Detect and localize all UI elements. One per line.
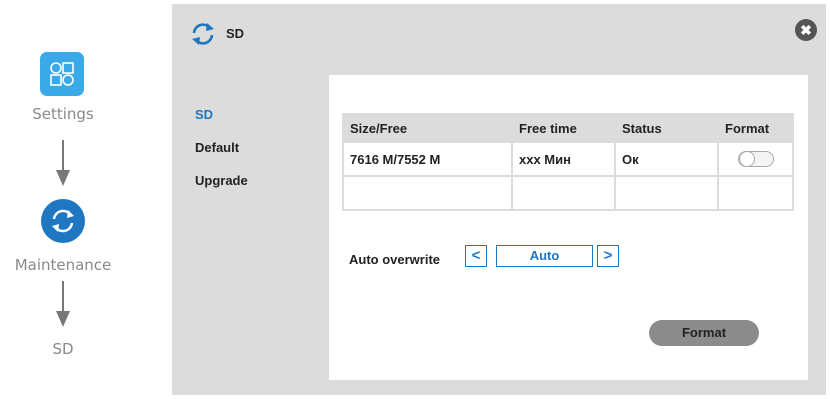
settings-grid-icon xyxy=(40,52,84,96)
cell-free-time: xxx Мин xyxy=(511,141,616,177)
close-icon[interactable]: ✖ xyxy=(795,19,817,41)
nav-item-sd[interactable]: SD xyxy=(195,107,248,140)
refresh-icon xyxy=(192,23,214,45)
format-toggle[interactable] xyxy=(737,151,774,168)
nav-item-upgrade[interactable]: Upgrade xyxy=(195,173,248,206)
sd-content: Size/Free Free time Status Format 7616 M… xyxy=(329,75,808,380)
dialog-title: SD xyxy=(226,26,245,41)
chevron-right-icon[interactable]: > xyxy=(597,245,619,267)
maintenance-flow: Settings Maintenance SD xyxy=(0,0,172,399)
table-row: 7616 M/7552 M xxx Мин Ок xyxy=(342,141,794,177)
arrow-down-icon xyxy=(56,140,70,186)
sd-nav: SD Default Upgrade xyxy=(195,107,248,206)
refresh-icon xyxy=(41,199,85,243)
flow-maintenance-label: Maintenance xyxy=(14,256,112,274)
col-size-free: Size/Free xyxy=(342,113,513,143)
cell-format xyxy=(717,141,794,177)
cell-size-free: 7616 M/7552 M xyxy=(342,141,513,177)
auto-overwrite-value: Auto xyxy=(496,245,593,267)
cell-status: Ок xyxy=(614,141,719,177)
cell-format xyxy=(717,175,794,211)
cell-size-free xyxy=(342,175,513,211)
chevron-left-icon[interactable]: < xyxy=(465,245,487,267)
table-header-row: Size/Free Free time Status Format xyxy=(342,113,794,143)
col-status: Status xyxy=(614,113,719,143)
sd-dialog: SD ✖ SD Default Upgrade Size/Free Free t… xyxy=(172,4,826,395)
cell-free-time xyxy=(511,175,616,211)
toggle-knob xyxy=(738,151,755,168)
auto-overwrite-label: Auto overwrite xyxy=(349,252,441,267)
col-free-time: Free time xyxy=(511,113,616,143)
arrow-down-icon xyxy=(56,281,70,327)
flow-settings-label: Settings xyxy=(32,105,94,123)
flow-sd-label: SD xyxy=(52,340,74,358)
col-format: Format xyxy=(717,113,794,143)
format-button[interactable]: Format xyxy=(649,320,759,346)
cell-status xyxy=(614,175,719,211)
table-row xyxy=(342,175,794,211)
nav-item-default[interactable]: Default xyxy=(195,140,248,173)
sd-table: Size/Free Free time Status Format 7616 M… xyxy=(342,113,794,211)
